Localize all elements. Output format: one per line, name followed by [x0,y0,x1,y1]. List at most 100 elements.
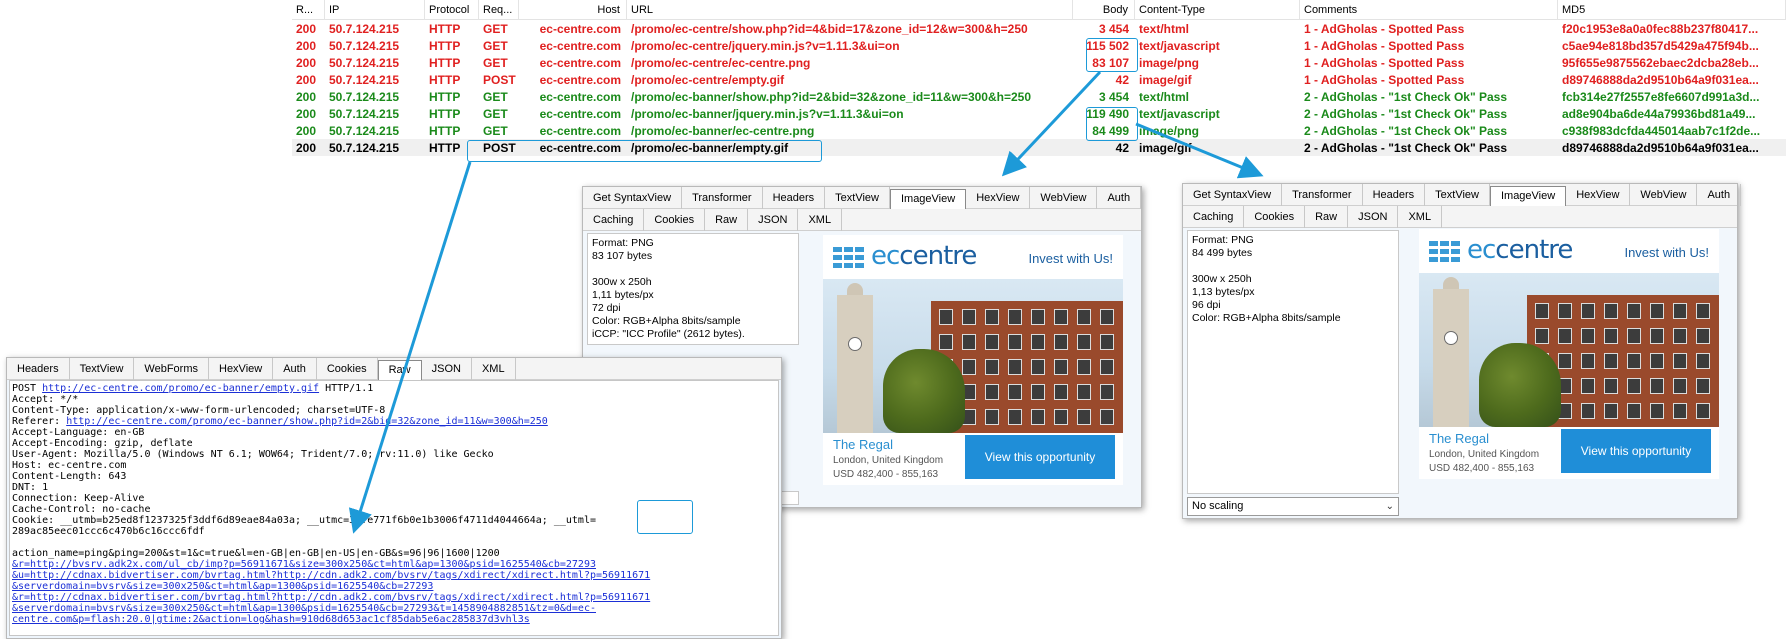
img2-tab-imageview[interactable]: ImageView [1489,186,1567,206]
raw-link[interactable]: &r=http://bvsrv.adk2x.com/ul_cb/imp?p=56… [12,559,596,570]
img1-tab-headers[interactable]: Headers [763,187,826,209]
raw-line: Content-Type: application/x-www-form-url… [12,405,386,416]
scaling-dropdown[interactable]: No scaling ⌄ [1187,497,1399,516]
img1-tab-raw[interactable]: Raw [705,209,749,231]
table-row[interactable]: 200 50.7.124.215 HTTP GET ec-centre.com/prom… [292,105,1786,122]
img2-tab-get-syntaxview[interactable]: Get SyntaxView [1183,184,1283,206]
raw-line: Content-Length: 643 [12,471,127,482]
img2-tab-webview[interactable]: WebView [1630,184,1698,206]
cell-comments: 2 - AdGholas - "1st Check Ok" Pass [1304,106,1508,121]
cell-md5: c938f983dcfda445014aab7c1f2de... [1562,123,1761,138]
cell-md5: ad8e904ba6de44a79936bd81a49... [1562,106,1756,121]
meta-line: Color: RGB+Alpha 8bits/sample [592,315,741,327]
meta-line: 1,11 bytes/px [592,289,654,301]
raw-link[interactable]: http://ec-centre.com/promo/ec-banner/sho… [66,416,548,427]
chevron-down-icon: ⌄ [1385,501,1394,512]
col-url[interactable]: URL [627,0,1073,20]
raw-link[interactable]: &serverdomain=bvsrv&size=300x250&ct=html… [12,603,596,614]
img1-tab-get-syntaxview[interactable]: Get SyntaxView [583,187,683,209]
raw-line: User-Agent: Mozilla/5.0 (Windows NT 6.1;… [12,449,494,460]
table-row[interactable]: 200 50.7.124.215 HTTP POST ec-centre.com/pro… [292,71,1786,88]
img2-tab-transformer[interactable]: Transformer [1282,184,1363,206]
img2-tab-xml[interactable]: XML [1398,206,1443,228]
img1-tab-webview[interactable]: WebView [1030,187,1098,209]
view-opportunity-button[interactable]: View this opportunity [965,435,1115,479]
cell-comments: 1 - AdGholas - Spotted Pass [1304,72,1465,87]
img1-tab-cookies[interactable]: Cookies [644,209,706,231]
img1-tab-transformer[interactable]: Transformer [682,187,763,209]
req-tab-hexview[interactable]: HexView [209,358,274,380]
table-row[interactable]: 200 50.7.124.215 HTTP GET ec-centre.com/prom… [292,37,1786,54]
meta-line: 1,13 bytes/px [1192,286,1255,298]
img1-tab-auth[interactable]: Auth [1097,187,1142,209]
image-view-2-tabs-row2: Caching Cookies Raw JSON XML [1183,206,1737,228]
img2-tab-hexview[interactable]: HexView [1566,184,1631,206]
cell-result: 200 [296,21,317,36]
meta-line: 300w x 250h [1192,273,1252,285]
img2-tab-raw[interactable]: Raw [1305,206,1349,228]
banner-logo-row: eccentre Invest with Us! [1419,229,1719,273]
raw-line: action_name=ping&ping=200&st=1&c=true&l=… [12,548,500,559]
req-tab-webforms[interactable]: WebForms [134,358,209,380]
req-tab-xml[interactable]: XML [472,358,516,380]
img2-tab-json[interactable]: JSON [1348,206,1399,228]
banner-footer: The Regal London, United Kingdom USD 482… [1419,427,1719,479]
cell-protocol: HTTP [429,72,461,87]
raw-link[interactable]: &u=http://cdnax.bidvertiser.com/bvrtag.h… [12,570,650,581]
req-tab-raw[interactable]: Raw [377,360,422,380]
img1-tab-caching[interactable]: Caching [583,209,645,231]
col-result[interactable]: R... [292,0,325,20]
grid-rows: 200 50.7.124.215 HTTP GET ec-centre.com/prom… [292,20,1786,156]
highlight-post-row [467,140,822,162]
img2-tab-headers[interactable]: Headers [1363,184,1426,206]
img1-tab-imageview[interactable]: ImageView [889,189,967,209]
img1-tab-xml[interactable]: XML [798,209,843,231]
raw-line: DNT: 1 [12,482,49,493]
session-grid[interactable]: R... IP Protocol Req... Host URL Body Co… [292,0,1786,156]
col-request[interactable]: Req... [479,0,519,20]
cell-ip: 50.7.124.215 [329,21,400,36]
cell-method: GET [483,38,508,53]
req-tab-auth[interactable]: Auth [273,358,317,380]
img1-tab-textview[interactable]: TextView [825,187,890,209]
cell-content-type: image/gif [1139,140,1192,155]
img2-tab-auth[interactable]: Auth [1697,184,1742,206]
cell-md5: f20c1953e8a0a0fec88b237f80417... [1562,21,1759,36]
cell-result: 200 [296,140,317,155]
raw-link[interactable]: http://ec-centre.com/promo/ec-banner/emp… [42,383,319,394]
img2-tab-textview[interactable]: TextView [1425,184,1490,206]
col-protocol[interactable]: Protocol [425,0,479,20]
raw-link[interactable]: &serverdomain=bvsrv&size=300x250&ct=html… [12,581,433,592]
req-tab-cookies[interactable]: Cookies [317,358,378,380]
cell-body: 42 [1115,140,1129,155]
table-row[interactable]: 200 50.7.124.215 HTTP GET ec-centre.com/prom… [292,88,1786,105]
raw-line [12,537,776,548]
view-opportunity-button[interactable]: View this opportunity [1561,429,1711,473]
table-row[interactable]: 200 50.7.124.215 HTTP GET ec-centre.com/prom… [292,54,1786,71]
col-comments[interactable]: Comments [1300,0,1558,20]
image-view-panel-2: Get SyntaxView Transformer Headers TextView… [1182,183,1742,519]
img1-tab-json[interactable]: JSON [748,209,799,231]
img2-tab-caching[interactable]: Caching [1183,206,1245,228]
img2-tab-cookies[interactable]: Cookies [1244,206,1306,228]
col-content-type[interactable]: Content-Type [1135,0,1300,20]
image-view-1-tabs-row2: Caching Cookies Raw JSON XML [583,209,1141,231]
table-row[interactable]: 200 50.7.124.215 HTTP GET ec-centre.com/prom… [292,122,1786,139]
table-row[interactable]: 200 50.7.124.215 HTTP GET ec-centre.com/prom… [292,20,1786,37]
col-md5[interactable]: MD5 [1558,0,1786,20]
col-body[interactable]: Body [1073,0,1135,20]
cell-content-type: image/png [1139,123,1200,138]
req-tab-json[interactable]: JSON [422,358,472,380]
col-host[interactable]: Host [519,0,627,20]
col-ip[interactable]: IP [325,0,425,20]
req-tab-headers[interactable]: Headers [7,358,70,380]
raw-line: centre.com&p=flash:20.0|gtime:2&action=l… [12,614,776,625]
cell-comments: 1 - AdGholas - Spotted Pass [1304,55,1465,70]
raw-link[interactable]: centre.com&p=flash:20.0|gtime:2&action=l… [12,614,530,625]
image-meta-1: Format: PNG 83 107 bytes 300w x 250h 1,11 … [587,233,799,345]
raw-link[interactable]: &r=http://cdnax.bidvertiser.com/bvrtag.h… [12,592,650,603]
banner-photo [1419,273,1719,427]
raw-line: Accept-Language: en-GB [12,427,145,438]
img1-tab-hexview[interactable]: HexView [966,187,1031,209]
req-tab-textview[interactable]: TextView [70,358,135,380]
